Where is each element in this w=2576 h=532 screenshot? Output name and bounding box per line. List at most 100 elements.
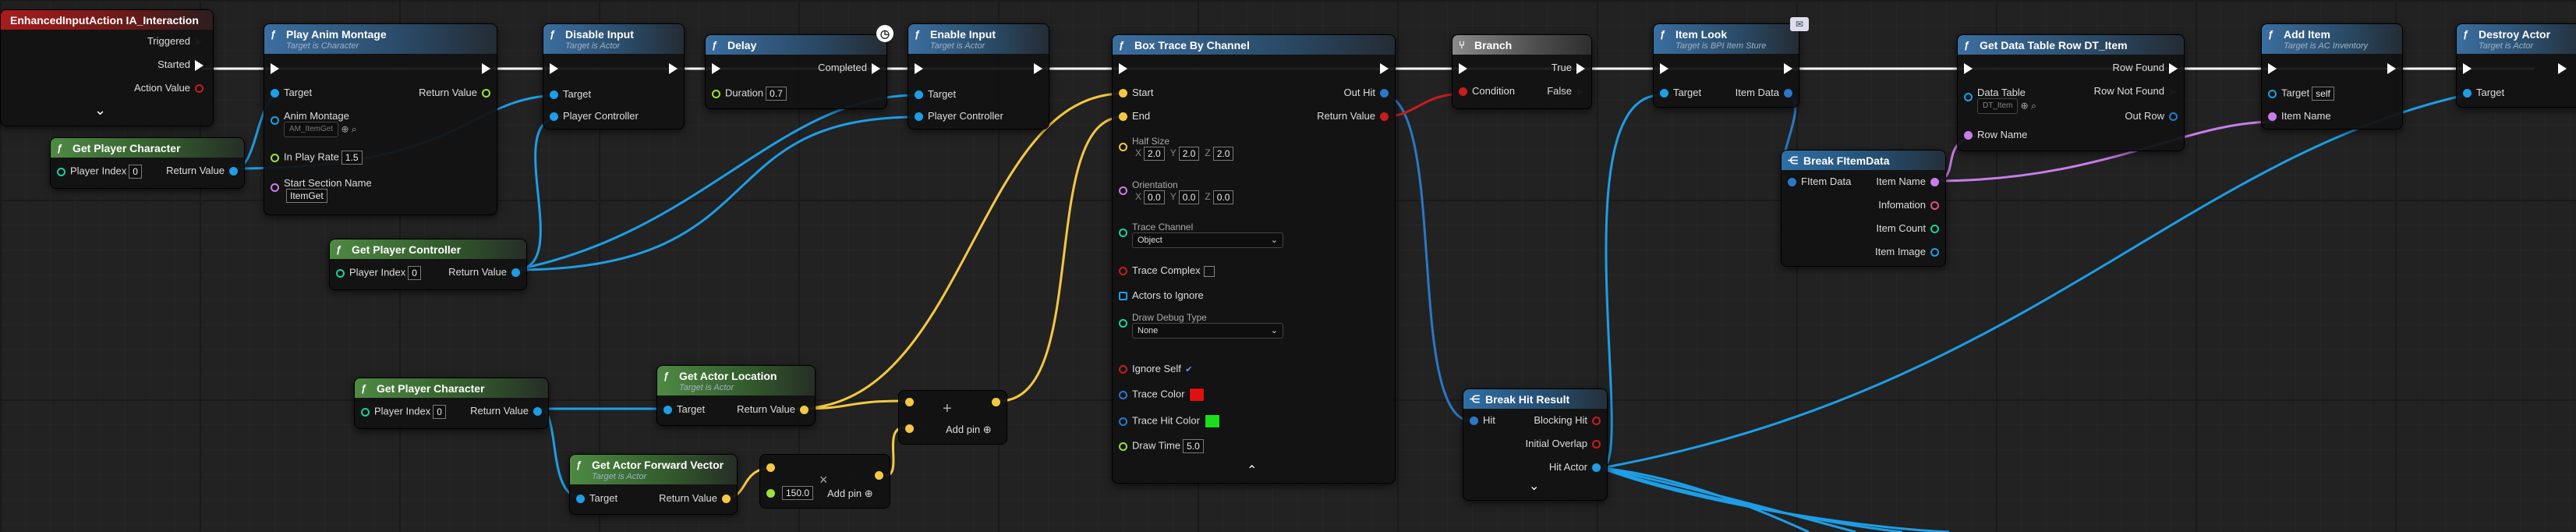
item-name-pin[interactable]: Item Name [1876,176,1944,187]
multiplier-input[interactable]: 150.0 [782,486,814,500]
row-found-pin[interactable]: Row Found [2113,62,2182,74]
target-pin[interactable]: Target [266,87,312,98]
player-index-input[interactable]: 0 [129,165,142,179]
target-pin[interactable]: Target [910,88,956,100]
exec-in-pin[interactable] [1114,62,1132,74]
ignore-self-pin[interactable]: Ignore Self ✔ [1114,363,1194,374]
exec-in-pin[interactable] [2458,62,2476,74]
exec-out-pin[interactable] [1375,62,1393,74]
exec-in-pin[interactable] [2263,62,2281,74]
initial-overlap-pin[interactable]: Initial Overlap [1526,438,1605,449]
expand-icon[interactable]: ⌄ [94,102,106,119]
get-player-character-node[interactable]: ƒ Get Player Character Player Index 0 Retu… [50,137,245,189]
half-size-z-input[interactable]: 2.0 [1212,147,1234,161]
branch-node[interactable]: ⑂ Branch True Condition False [1452,34,1592,109]
half-size-x-input[interactable]: 2.0 [1144,147,1165,161]
exec-out-pin[interactable] [477,62,495,74]
ignore-self-checkbox[interactable]: ✔ [1184,365,1194,374]
b-pin[interactable] [901,422,918,434]
orientation-y-input[interactable]: 0.0 [1178,190,1200,204]
half-size-y-input[interactable]: 2.0 [1178,147,1200,161]
actors-to-ignore-pin[interactable]: Actors to Ignore [1114,289,1204,301]
exec-out-pin[interactable] [2383,62,2401,74]
anim-montage-pin[interactable]: Anim Montage AM_ItemGet ⊕ ⌕ [266,110,357,137]
triggered-pin[interactable]: Triggered [147,35,208,48]
get-player-controller-node[interactable]: ƒ Get Player Controller Player Index 0 Ret… [329,239,527,290]
trace-channel-dropdown[interactable]: Object ⌄ [1132,232,1283,248]
exec-out-pin[interactable] [2553,62,2571,74]
orientation-pin[interactable]: Orientation X 0.0 Y 0.0 Z 0.0 [1114,179,1236,204]
exec-in-pin[interactable] [266,62,284,74]
play-rate-pin[interactable]: In Play Rate 1.5 [266,151,365,165]
a-pin[interactable] [762,461,780,473]
exec-in-pin[interactable] [707,62,725,74]
draw-debug-type-pin[interactable]: Draw Debug Type None ⌄ [1114,311,1283,339]
out-hit-pin[interactable]: Out Hit [1344,87,1393,98]
item-data-pin[interactable]: Item Data [1736,87,1797,98]
item-count-pin[interactable]: Item Count [1876,222,1944,234]
target-pin[interactable]: Target [2458,87,2504,98]
browse-icon[interactable]: ⊕ ⌕ [2018,100,2036,111]
disable-input-node[interactable]: ƒ Disable Input Target is Actor Target Pla… [543,23,685,129]
draw-time-input[interactable]: 5.0 [1183,439,1204,453]
completed-pin[interactable]: Completed [818,62,885,74]
duration-input[interactable]: 0.7 [766,87,787,101]
multiply-node[interactable]: × 150.0 Add pin ⊕ [759,454,890,509]
destroy-actor-node[interactable]: ƒ Destroy Actor Target is Actor Target [2456,23,2576,108]
play-rate-input[interactable]: 1.5 [341,151,363,165]
item-image-pin[interactable]: Item Image [1875,246,1944,257]
collapse-icon[interactable]: ⌃ [1247,463,1257,478]
draw-debug-dropdown[interactable]: None ⌄ [1132,323,1283,339]
player-index-pin[interactable]: Player Index 0 [356,405,448,419]
return-value-pin[interactable]: Return Value [166,165,242,176]
start-section-input[interactable]: ItemGet [286,189,327,203]
exec-in-pin[interactable] [1454,62,1472,74]
return-value-pin[interactable]: Return Value [737,403,813,415]
exec-in-pin[interactable] [545,62,563,74]
exec-in-pin[interactable] [910,62,928,74]
anim-montage-dropdown[interactable]: AM_ItemGet [284,122,339,137]
data-table-pin[interactable]: Data Table DT_Item ⊕ ⌕ [1959,87,2036,114]
player-controller-pin[interactable]: Player Controller [910,110,1003,122]
target-input[interactable]: self [2312,87,2334,101]
return-value-pin[interactable]: Return Value [470,405,547,417]
hit-pin[interactable]: Hit [1465,414,1495,426]
player-index-input[interactable]: 0 [408,266,421,280]
condition-pin[interactable]: Condition [1454,85,1515,97]
started-pin[interactable]: Started [157,59,208,71]
get-actor-forward-vector-node[interactable]: ƒ Get Actor Forward Vector Target is Actor… [569,454,738,515]
add-vector-node[interactable]: + Add pin ⊕ [898,390,1007,445]
trace-color-pin[interactable]: Trace Color [1114,388,1205,402]
trace-color-swatch[interactable] [1189,388,1205,402]
enable-input-node[interactable]: ƒ Enable Input Target is Actor Target Play… [908,23,1049,129]
browse-icon[interactable]: ⊕ ⌕ [338,123,356,134]
action-value-pin[interactable]: Action Value [134,82,208,94]
item-name-pin[interactable]: Item Name [2263,110,2331,122]
get-data-table-row-node[interactable]: ƒ Get Data Table Row DT_Item Row Found Ro… [1957,34,2185,151]
target-pin[interactable]: Target self [2263,87,2337,101]
target-pin[interactable]: Target [571,492,617,504]
delay-node[interactable]: ƒ Delay Completed Duration 0.7 [705,34,887,109]
exec-out-pin[interactable] [664,62,682,74]
exec-in-pin[interactable] [1959,62,1977,74]
row-name-pin[interactable]: Row Name [1959,129,2027,140]
trace-hit-color-pin[interactable]: Trace Hit Color [1114,414,1220,428]
orientation-z-input[interactable]: 0.0 [1212,190,1234,204]
target-pin[interactable]: Target [659,403,705,415]
trace-complex-checkbox[interactable] [1203,265,1215,277]
add-pin-button[interactable]: Add pin ⊕ [946,424,992,436]
add-pin-button[interactable]: Add pin ⊕ [827,488,873,500]
add-item-node[interactable]: ƒ Add Item Target is AC Inventory Target se… [2261,23,2403,129]
return-value-pin[interactable]: Return Value [419,87,495,98]
player-index-input[interactable]: 0 [433,405,446,419]
half-size-pin[interactable]: Half Size X 2.0 Y 2.0 Z 2.0 [1114,135,1236,161]
trace-complex-pin[interactable]: Trace Complex [1114,264,1215,277]
return-value-pin[interactable]: Return Value [1317,110,1393,122]
end-pin[interactable]: End [1114,110,1150,122]
expand-icon[interactable]: ⌄ [1529,478,1539,494]
trace-channel-pin[interactable]: Trace Channel Object ⌄ [1114,221,1283,248]
result-pin[interactable] [987,395,1005,407]
orientation-x-input[interactable]: 0.0 [1144,190,1165,204]
target-pin[interactable]: Target [545,88,591,100]
item-look-node[interactable]: ƒ Item Look Target is BPI Item Sture Targe… [1653,23,1799,108]
